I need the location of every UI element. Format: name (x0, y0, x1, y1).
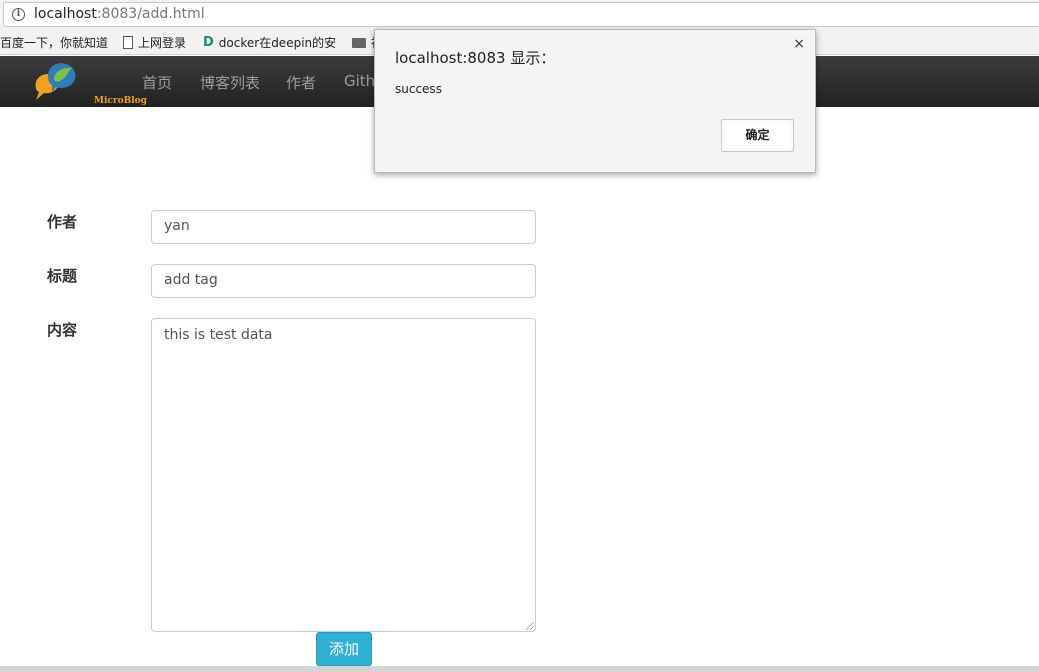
url-host: localhost (34, 6, 97, 22)
info-icon[interactable]: i (12, 8, 25, 21)
nav-item-blog-list[interactable]: 博客列表 (200, 72, 260, 93)
browser-window: i localhost:8083/add.html 百度一下，你就知道 上网登录… (0, 0, 1039, 672)
bookmark-label: 百度一下，你就知道 (0, 36, 109, 50)
bookmark-docker[interactable]: D docker在deepin的安 (203, 34, 336, 51)
bookmark-label: 上网登录 (138, 36, 187, 50)
close-icon[interactable]: × (793, 36, 805, 52)
nav-item-author[interactable]: 作者 (286, 72, 316, 93)
author-label: 作者 (47, 213, 78, 231)
add-button[interactable]: 添加 (316, 632, 372, 666)
bookmark-login[interactable]: 上网登录 (123, 34, 186, 51)
content-textarea[interactable]: this is test data (151, 318, 536, 632)
content-label: 内容 (47, 321, 78, 339)
author-input[interactable]: yan (151, 210, 536, 244)
author-value: yan (164, 218, 190, 234)
d-letter-icon: D (203, 35, 214, 50)
content-value: this is test data (164, 327, 273, 343)
title-input[interactable]: add tag (151, 264, 536, 298)
nav-item-home[interactable]: 首页 (142, 72, 172, 93)
dialog-message: success (395, 82, 442, 96)
url-text[interactable]: localhost:8083/add.html (34, 6, 205, 22)
alert-dialog: localhost:8083 显示： × success 确定 (374, 29, 816, 173)
title-value: add tag (164, 272, 218, 288)
speech-bubble-logo-icon (35, 63, 76, 100)
microblog-logo[interactable]: MicroBlog (30, 58, 147, 106)
document-icon (123, 36, 133, 49)
title-label: 标题 (47, 267, 78, 285)
bottom-edge (0, 666, 1039, 672)
ok-button[interactable]: 确定 (721, 119, 794, 152)
url-path: :8083/add.html (96, 6, 205, 22)
bookmark-label: docker在deepin的安 (218, 36, 337, 50)
bookmark-baidu[interactable]: 百度一下，你就知道 (0, 34, 108, 51)
folder-icon (352, 38, 366, 48)
resize-grip-icon[interactable] (526, 622, 534, 630)
logo-text: MicroBlog (94, 96, 147, 106)
url-input[interactable]: i localhost:8083/add.html (3, 2, 1039, 27)
address-bar: i localhost:8083/add.html (0, 0, 1039, 30)
dialog-title: localhost:8083 显示： (395, 49, 556, 67)
